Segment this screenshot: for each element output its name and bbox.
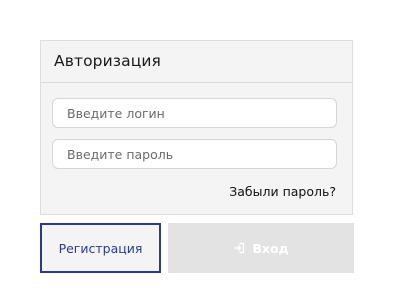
register-button[interactable]: Регистрация [40, 223, 161, 273]
password-input[interactable] [52, 139, 337, 169]
login-input[interactable] [52, 98, 337, 128]
auth-panel: Авторизация Забыли пароль? [40, 40, 353, 215]
sign-in-icon [233, 242, 245, 254]
login-button[interactable]: Вход [168, 223, 354, 273]
login-button-label: Вход [252, 240, 289, 256]
forgot-password-link[interactable]: Забыли пароль? [229, 184, 336, 199]
panel-title: Авторизация [54, 52, 161, 70]
panel-divider [41, 82, 352, 83]
register-button-label: Регистрация [58, 240, 143, 256]
